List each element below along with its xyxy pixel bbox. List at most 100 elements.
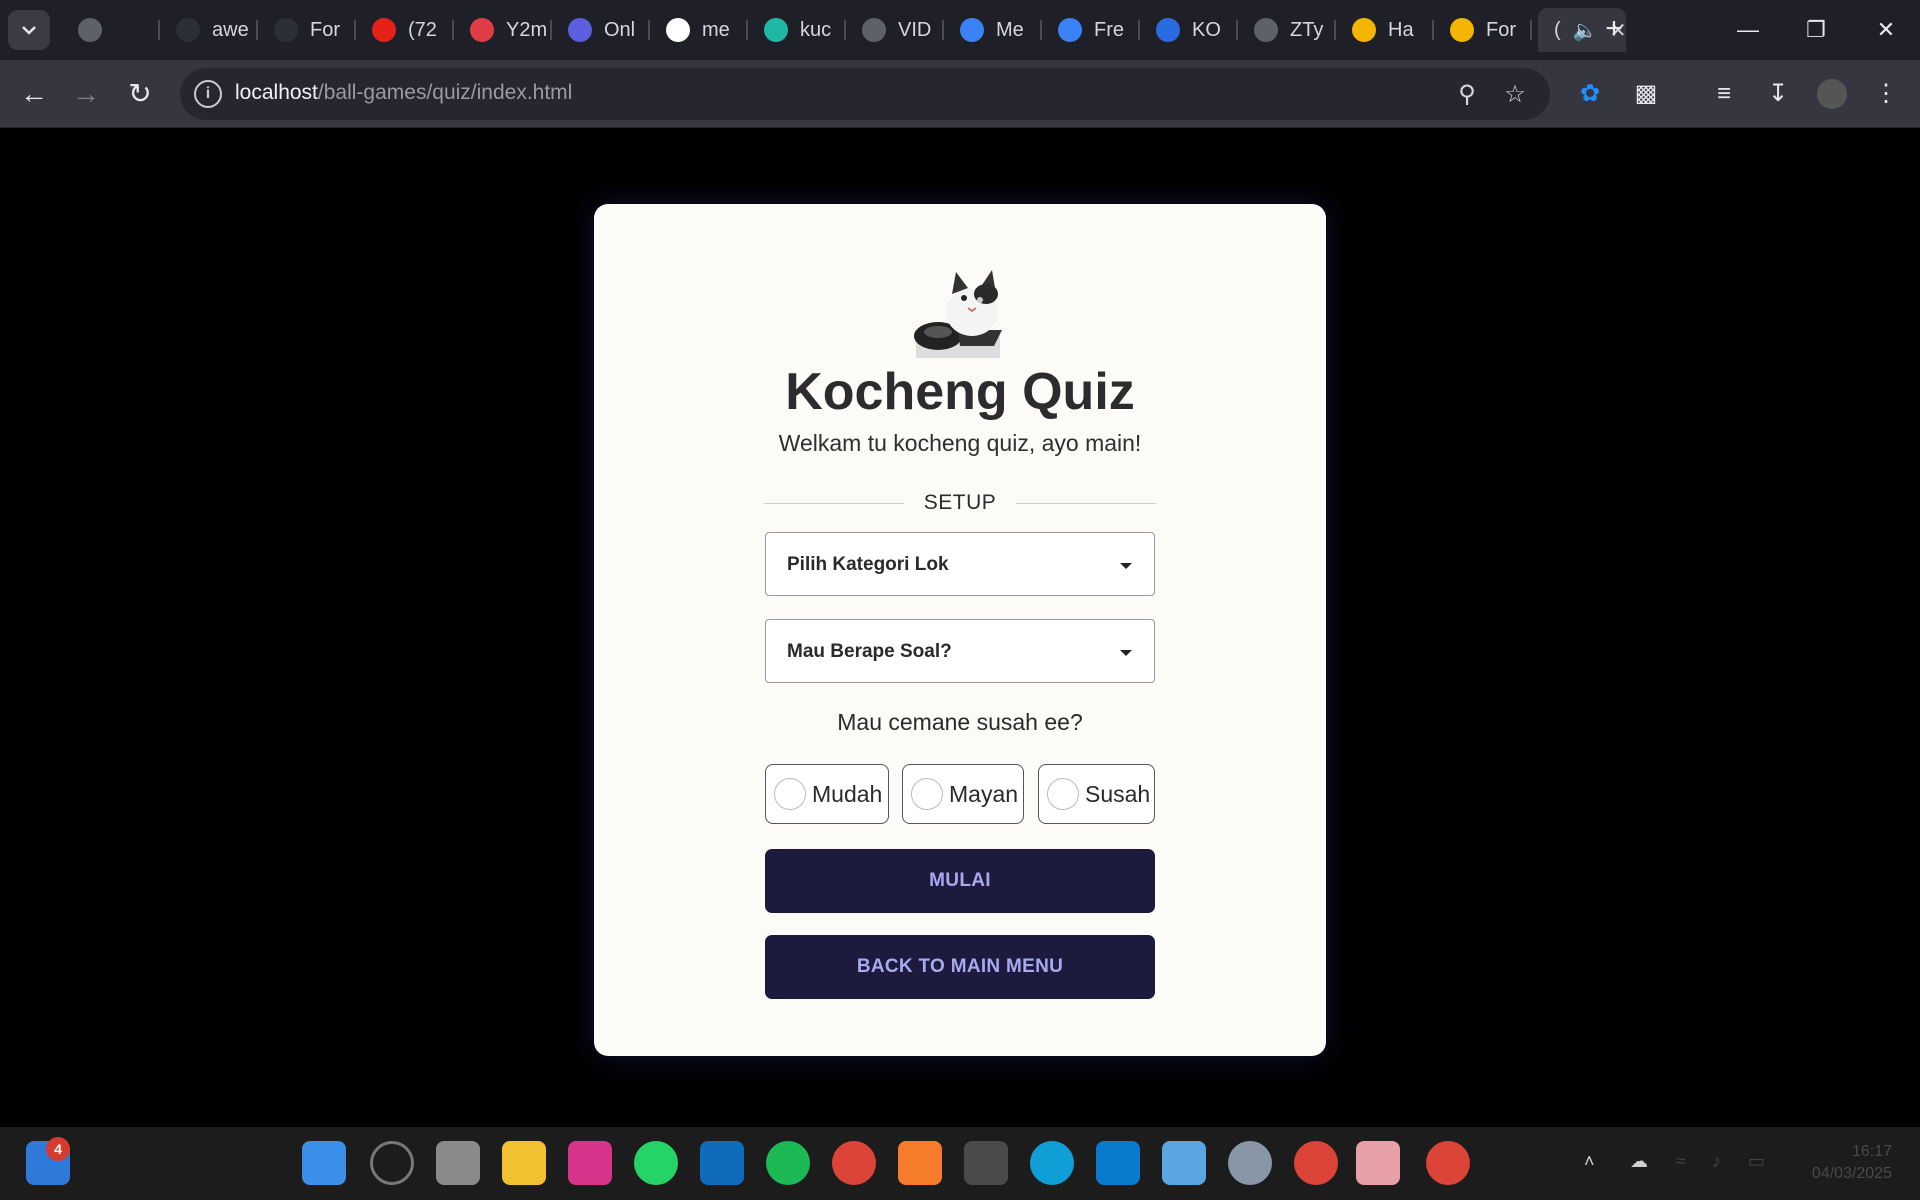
whatsapp-icon[interactable] bbox=[634, 1141, 678, 1185]
bookmark-star-icon[interactable]: ☆ bbox=[1500, 80, 1530, 110]
browser-tab[interactable] bbox=[62, 8, 160, 52]
quiz-setup-card: Kocheng Quiz Welkam tu kocheng quiz, ayo… bbox=[594, 204, 1326, 1056]
profile-avatar[interactable] bbox=[1814, 76, 1850, 112]
tab-search-button[interactable] bbox=[8, 10, 50, 50]
tab-label: For bbox=[1486, 18, 1516, 41]
file-explorer-icon[interactable] bbox=[502, 1141, 546, 1185]
tab-label: Ha bbox=[1388, 18, 1414, 41]
zoom-icon[interactable]: ⚲ bbox=[1452, 80, 1482, 110]
radio-circle-icon[interactable] bbox=[911, 778, 943, 810]
chrome-icon[interactable] bbox=[1426, 1141, 1470, 1185]
vscode-icon[interactable] bbox=[1096, 1141, 1140, 1185]
tab-label: ( bbox=[1554, 18, 1561, 41]
browser-tab[interactable]: (72 bbox=[356, 8, 454, 52]
difficulty-label: Mudah bbox=[812, 780, 883, 807]
url-text[interactable]: localhost/ball-games/quiz/index.html bbox=[235, 81, 572, 105]
gform-icon bbox=[1450, 18, 1474, 42]
browser-tab[interactable]: ZTy bbox=[1238, 8, 1336, 52]
browser-tab[interactable]: For bbox=[1434, 8, 1532, 52]
wifi-icon[interactable]: ≈ bbox=[1676, 1151, 1686, 1172]
reload-icon[interactable]: ↻ bbox=[120, 74, 160, 114]
minimize-button[interactable]: — bbox=[1728, 12, 1768, 48]
difficulty-option-hard[interactable]: Susah bbox=[1038, 764, 1155, 824]
tab-label: awe bbox=[212, 18, 249, 41]
close-window-button[interactable]: ✕ bbox=[1866, 12, 1906, 48]
cat-mascot-image bbox=[914, 270, 1002, 358]
instagram-icon[interactable] bbox=[568, 1141, 612, 1185]
clock-date: 04/03/2025 bbox=[1811, 1165, 1892, 1182]
xampp-icon[interactable] bbox=[898, 1141, 942, 1185]
category-select[interactable]: Pilih Kategori Lok bbox=[765, 532, 1155, 596]
github-icon bbox=[176, 18, 200, 42]
media-control-icon[interactable]: ≡ bbox=[1706, 76, 1742, 112]
browser-tab[interactable]: Onl bbox=[552, 8, 650, 52]
tab-bar: awe For (72 Y2m Onl me kuc VID Me Fre KO ZTy Ha For (🔈… bbox=[0, 0, 1920, 60]
tab-label: ZTy bbox=[1290, 18, 1324, 41]
difficulty-label: Susah bbox=[1085, 780, 1151, 807]
site-info-icon[interactable]: i bbox=[194, 80, 222, 108]
chevron-up-icon[interactable]: ˄ bbox=[1584, 1151, 1595, 1172]
youtube-icon bbox=[372, 18, 396, 42]
forward-icon[interactable]: → bbox=[66, 74, 106, 114]
browser-tab[interactable]: VID bbox=[846, 8, 944, 52]
browser-toolbar: ← → ↻ i localhost/ball-games/quiz/index.… bbox=[0, 60, 1920, 128]
extensions-puzzle-icon[interactable]: ▩ bbox=[1628, 76, 1664, 112]
spotify-icon[interactable] bbox=[766, 1141, 810, 1185]
difficulty-question: Mau cemane susah ee? bbox=[837, 709, 1083, 735]
downloads-icon[interactable]: ↧ bbox=[1760, 76, 1796, 112]
chrome-active-icon[interactable] bbox=[964, 1141, 1008, 1185]
tab-label: Fre bbox=[1094, 18, 1124, 41]
browser-tab[interactable]: Y2m bbox=[454, 8, 552, 52]
radio-circle-icon[interactable] bbox=[774, 778, 806, 810]
restore-button[interactable]: ❐ bbox=[1796, 12, 1836, 48]
browser-tab[interactable]: KO bbox=[1140, 8, 1238, 52]
browser-tab[interactable]: Me bbox=[944, 8, 1042, 52]
difficulty-option-medium[interactable]: Mayan bbox=[902, 764, 1024, 824]
menu-kebab-icon[interactable]: ⋮ bbox=[1868, 76, 1904, 112]
edge-icon[interactable] bbox=[1030, 1141, 1074, 1185]
tab-label: KO bbox=[1192, 18, 1221, 41]
category-select-value: Pilih Kategori Lok bbox=[787, 554, 949, 575]
start-menu-icon[interactable] bbox=[302, 1141, 346, 1185]
volume-icon[interactable]: ♪ bbox=[1712, 1151, 1721, 1172]
chrome-icon[interactable] bbox=[832, 1141, 876, 1185]
webflow-icon bbox=[960, 18, 984, 42]
browser-tab[interactable]: kuc bbox=[748, 8, 846, 52]
google-icon bbox=[666, 18, 690, 42]
tab-label: kuc bbox=[800, 18, 832, 41]
divider-line bbox=[764, 502, 904, 504]
difficulty-option-easy[interactable]: Mudah bbox=[765, 764, 889, 824]
radio-circle-icon[interactable] bbox=[1047, 778, 1079, 810]
question-count-select[interactable]: Mau Berape Soal? bbox=[765, 619, 1155, 683]
browser-tab[interactable]: awe bbox=[160, 8, 258, 52]
settings-gear-icon[interactable] bbox=[1228, 1141, 1272, 1185]
browser-tab[interactable]: For bbox=[258, 8, 356, 52]
browser-tab[interactable]: Fre bbox=[1042, 8, 1140, 52]
photos-app-icon[interactable] bbox=[1356, 1141, 1400, 1185]
wave-icon bbox=[764, 18, 788, 42]
task-view-icon[interactable] bbox=[436, 1141, 480, 1185]
browser-tab[interactable]: Ha bbox=[1336, 8, 1434, 52]
search-icon[interactable] bbox=[370, 1141, 414, 1185]
chrome-profile-icon[interactable] bbox=[1294, 1141, 1338, 1185]
notepad-icon[interactable] bbox=[1162, 1141, 1206, 1185]
start-quiz-button[interactable]: MULAI bbox=[765, 849, 1155, 913]
address-bar[interactable]: i localhost/ball-games/quiz/index.html ⚲… bbox=[180, 68, 1550, 120]
system-clock[interactable]: 16:17 04/03/2025 bbox=[1812, 1141, 1892, 1185]
tab-label: VID bbox=[898, 18, 932, 41]
caret-down-icon bbox=[1120, 563, 1132, 569]
onedrive-cloud-icon[interactable]: ☁ bbox=[1630, 1151, 1648, 1172]
caret-down-icon bbox=[1120, 650, 1132, 656]
download-icon bbox=[470, 18, 494, 42]
speaker-icon: 🔈 bbox=[1572, 19, 1598, 42]
setup-label: SETUP bbox=[923, 491, 997, 514]
page-viewport: Kocheng Quiz Welkam tu kocheng quiz, ayo… bbox=[0, 129, 1920, 1127]
battery-icon[interactable]: ▭ bbox=[1748, 1151, 1765, 1172]
webflow-icon bbox=[1058, 18, 1082, 42]
ms-store-icon[interactable] bbox=[700, 1141, 744, 1185]
back-to-main-menu-button[interactable]: BACK TO MAIN MENU bbox=[765, 935, 1155, 999]
extension-bird-icon[interactable]: ✿ bbox=[1572, 76, 1608, 112]
new-tab-button[interactable]: + bbox=[1596, 14, 1632, 46]
back-icon[interactable]: ← bbox=[14, 74, 54, 114]
browser-tab[interactable]: me bbox=[650, 8, 748, 52]
